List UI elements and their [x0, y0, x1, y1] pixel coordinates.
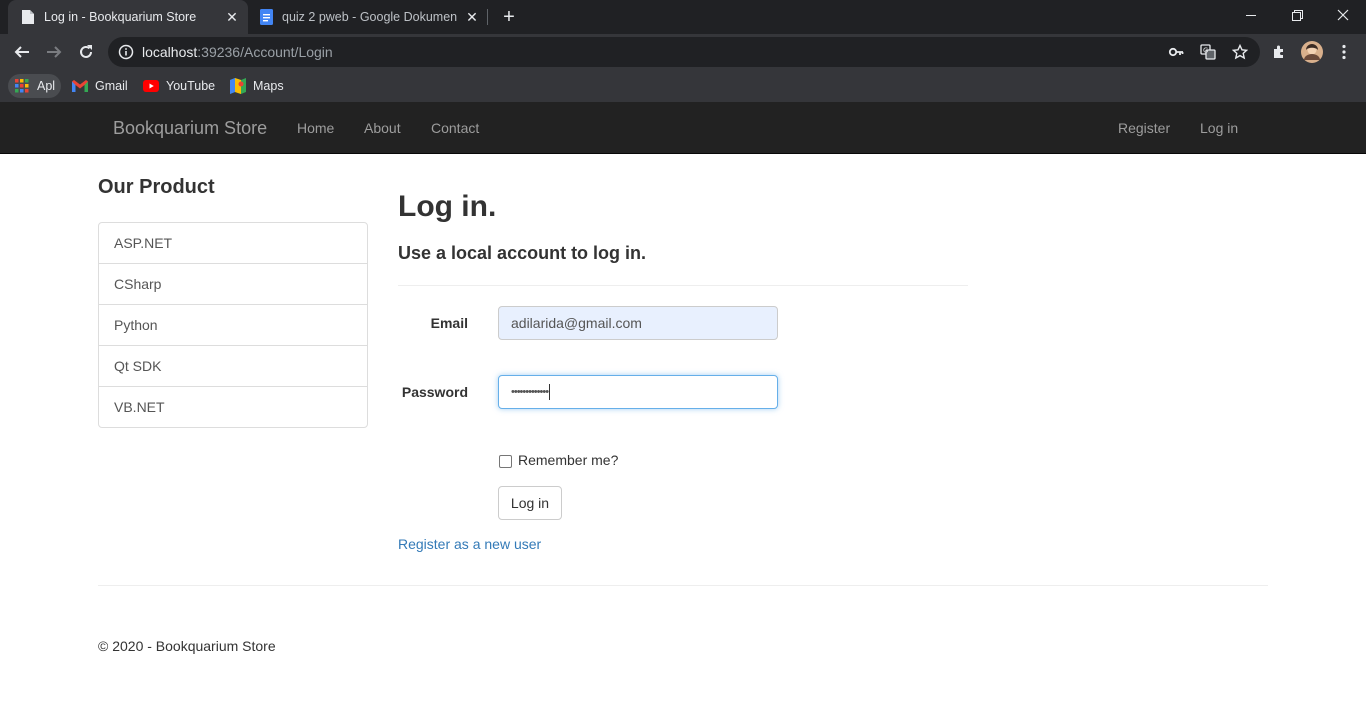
product-list: ASP.NET CSharp Python Qt SDK VB.NET: [98, 222, 368, 428]
password-value: •••••••••••••: [511, 386, 549, 398]
gmail-icon: [72, 78, 88, 94]
url-text: localhost:39236/Account/Login: [142, 44, 333, 60]
avatar[interactable]: [1298, 38, 1326, 66]
password-field[interactable]: •••••••••••••: [498, 375, 778, 409]
register-link[interactable]: Register as a new user: [398, 536, 541, 552]
login-button[interactable]: Log in: [498, 486, 562, 520]
email-value: adilarida@gmail.com: [511, 315, 642, 331]
bookmark-label: Apl: [37, 79, 56, 93]
page-subtitle: Use a local account to log in.: [398, 243, 647, 263]
google-docs-icon: [258, 9, 274, 25]
remember-me-label[interactable]: Remember me?: [518, 452, 618, 468]
tab-separator: [487, 9, 488, 25]
restore-icon[interactable]: [1274, 0, 1320, 30]
star-icon[interactable]: [1232, 44, 1248, 60]
footer-copyright: © 2020 - Bookquarium Store: [98, 638, 276, 654]
site-navbar: Bookquarium Store Home About Contact Reg…: [0, 102, 1366, 154]
youtube-icon: [143, 78, 159, 94]
extensions-icon[interactable]: [1265, 38, 1293, 66]
tab-title: quiz 2 pweb - Google Dokumen: [282, 10, 458, 24]
back-icon[interactable]: [8, 38, 36, 66]
tab-title: Log in - Bookquarium Store: [44, 10, 197, 24]
brand-link[interactable]: Bookquarium Store: [113, 118, 267, 139]
new-tab-icon[interactable]: +: [499, 6, 519, 28]
nav-login[interactable]: Log in: [1200, 120, 1238, 136]
bookmark-label: Gmail: [95, 79, 128, 93]
password-label: Password: [401, 384, 468, 400]
nav-register[interactable]: Register: [1118, 120, 1170, 136]
bookmarks-bar: Apl Gmail YouTube Maps: [0, 70, 1366, 102]
apps-grid-icon: [14, 78, 30, 94]
bookmark-apps[interactable]: Apl: [8, 74, 62, 98]
key-icon[interactable]: [1168, 44, 1184, 60]
svg-text:G: G: [1203, 47, 1208, 55]
maps-icon: [230, 78, 246, 94]
divider: [398, 285, 968, 286]
list-item[interactable]: CSharp: [99, 264, 367, 305]
footer-divider: [98, 585, 1268, 586]
list-item[interactable]: Qt SDK: [99, 346, 367, 387]
list-item[interactable]: Python: [99, 305, 367, 346]
tab-strip: Log in - Bookquarium Store ✕ quiz 2 pweb…: [0, 0, 1366, 34]
bookmark-label: Maps: [253, 79, 284, 93]
forward-icon[interactable]: [40, 38, 68, 66]
address-bar[interactable]: localhost:39236/Account/Login G: [108, 37, 1260, 67]
close-icon[interactable]: ✕: [464, 9, 480, 25]
tab-login[interactable]: Log in - Bookquarium Store ✕: [8, 0, 248, 34]
menu-kebab-icon[interactable]: [1330, 38, 1358, 66]
close-icon[interactable]: ✕: [224, 9, 240, 25]
bookmark-youtube[interactable]: YouTube: [137, 74, 221, 98]
page-title: Log in.: [398, 190, 497, 223]
nav-home[interactable]: Home: [297, 120, 334, 136]
email-label: Email: [430, 315, 468, 331]
remember-me-checkbox[interactable]: [499, 455, 512, 468]
page-icon: [20, 9, 36, 25]
text-caret: [549, 384, 551, 400]
nav-contact[interactable]: Contact: [431, 120, 479, 136]
email-field[interactable]: adilarida@gmail.com: [498, 306, 778, 340]
browser-toolbar: localhost:39236/Account/Login G: [0, 34, 1366, 70]
tab-google-docs[interactable]: quiz 2 pweb - Google Dokumen ✕: [252, 0, 488, 34]
bookmark-label: YouTube: [166, 79, 216, 93]
reload-icon[interactable]: [72, 38, 100, 66]
minimize-icon[interactable]: [1228, 0, 1274, 30]
list-item[interactable]: VB.NET: [99, 387, 367, 427]
sidebar-title: Our Product: [98, 176, 215, 198]
bookmark-maps[interactable]: Maps: [224, 74, 290, 98]
info-icon[interactable]: [118, 44, 134, 60]
nav-about[interactable]: About: [364, 120, 401, 136]
close-window-icon[interactable]: [1320, 0, 1366, 30]
translate-icon[interactable]: G: [1200, 44, 1216, 60]
list-item[interactable]: ASP.NET: [99, 223, 367, 264]
bookmark-gmail[interactable]: Gmail: [66, 74, 134, 98]
